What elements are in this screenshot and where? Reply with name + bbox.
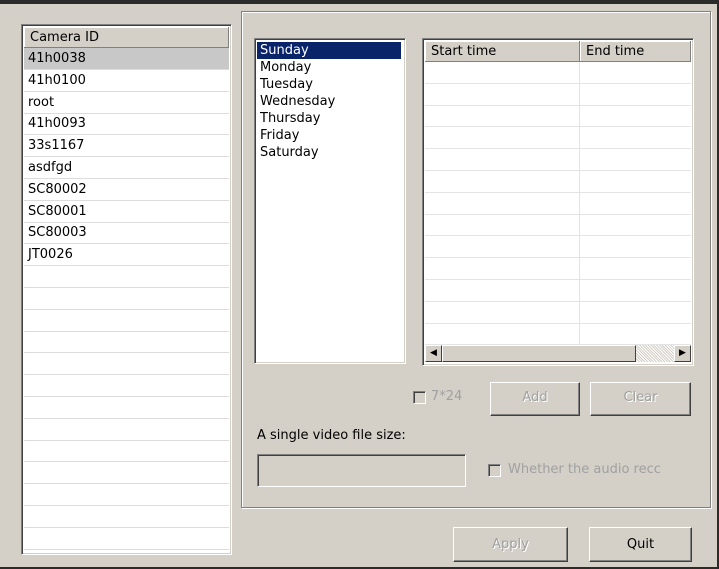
camera-list-item[interactable]: root [24,92,229,114]
audio-record-checkbox[interactable] [488,464,501,477]
horizontal-scrollbar[interactable]: ◀ ▶ [425,345,691,362]
column-separator [579,62,580,83]
scroll-right-button[interactable]: ▶ [674,345,691,362]
column-separator [579,323,580,345]
start-time-header-label: Start time [431,44,497,59]
camera-list-item[interactable]: asdfgd [24,157,229,179]
camera-list-empty-row [24,419,229,441]
camera-list-item[interactable]: SC80002 [24,179,229,201]
day-list[interactable]: Sunday Monday Tuesday Wednesday Thursday Frid… [254,38,406,364]
camera-id-text: SC80002 [28,181,87,197]
clear-button[interactable]: Clear [590,382,691,416]
apply-button[interactable]: Apply [453,527,568,562]
column-separator [579,105,580,127]
column-separator [579,280,580,301]
camera-list-item[interactable]: 41h0093 [24,113,229,136]
column-separator [579,83,580,105]
camera-list-empty-row [24,440,229,463]
camera-id-text: asdfgd [28,160,73,175]
day-list-item-thursday[interactable]: Thursday [257,110,401,127]
camera-list-empty-row [24,462,229,485]
camera-id-text: 33s1167 [28,138,85,154]
schedule-empty-row [425,192,691,215]
camera-list-empty-row [24,266,229,288]
day-list-item-saturday[interactable]: Saturday [257,144,401,161]
schedule-empty-row [425,83,691,106]
camera-list-empty-row [24,288,229,310]
camera-list-item[interactable]: 41h0100 [24,70,229,92]
camera-id-text: 41h0100 [28,72,86,88]
column-separator [579,214,580,236]
schedule-table[interactable]: Start time End time ◀ ▶ [422,38,694,366]
camera-id-text: root [28,94,55,110]
column-separator [579,258,580,279]
column-separator [579,192,580,214]
quit-button[interactable]: Quit [589,527,692,562]
end-time-column-header[interactable]: End time [580,41,691,62]
day-list-item-wednesday[interactable]: Wednesday [257,93,401,110]
end-time-header-label: End time [586,44,645,59]
camera-id-column-header[interactable]: Camera ID [24,27,229,48]
schedule-empty-row [425,214,691,237]
audio-record-checkbox-label: Whether the audio recc [508,462,661,477]
camera-list-empty-row [24,506,229,528]
camera-list-empty-row [24,528,229,550]
camera-list-item[interactable]: 41h0038 [24,48,229,70]
camera-list-empty-row [24,397,229,419]
camera-list-empty-row [24,375,229,397]
camera-list-item[interactable]: JT0026 [24,244,229,267]
schedule-empty-row [425,127,691,150]
all-day-checkbox[interactable] [413,391,426,404]
column-separator [579,149,580,170]
scrollbar-thumb[interactable] [442,345,636,362]
schedule-empty-row [425,149,691,171]
day-list-item-tuesday[interactable]: Tuesday [257,76,401,93]
schedule-empty-row [425,323,691,346]
schedule-empty-row [425,171,691,193]
schedule-empty-row [425,62,691,84]
camera-list-empty-row [24,331,229,354]
schedule-empty-row [425,105,691,128]
camera-list-item[interactable]: SC80001 [24,201,229,223]
file-size-label: A single video file size: [257,428,406,443]
schedule-empty-row [425,236,691,259]
camera-id-text: SC80003 [28,225,87,241]
add-button[interactable]: Add [490,382,580,416]
camera-list-empty-row [24,353,229,376]
camera-list[interactable]: Camera ID 41h0038 41h0100 root 41h0093 33s11… [21,24,232,555]
camera-list-item[interactable]: 33s1167 [24,135,229,158]
camera-id-header-label: Camera ID [30,30,99,45]
schedule-empty-row [425,280,691,302]
day-list-item-friday[interactable]: Friday [257,127,401,144]
scrollbar-track[interactable] [636,345,674,362]
camera-id-text: SC80001 [28,203,87,219]
column-separator [579,127,580,149]
schedule-empty-row [425,258,691,280]
all-day-checkbox-label: 7*24 [431,389,463,404]
day-list-item-sunday[interactable]: Sunday [257,42,401,59]
camera-list-empty-row [24,484,229,506]
camera-id-text: 41h0038 [28,51,86,66]
camera-list-item[interactable]: SC80003 [24,222,229,245]
scroll-left-arrow-icon: ◀ [430,348,437,358]
file-size-input[interactable] [257,454,466,487]
day-list-item-monday[interactable]: Monday [257,59,401,76]
camera-id-text: JT0026 [28,247,73,263]
column-separator [579,236,580,258]
scroll-right-arrow-icon: ▶ [679,348,686,358]
start-time-column-header[interactable]: Start time [425,41,580,62]
schedule-empty-row [425,301,691,324]
camera-list-empty-row [24,310,229,332]
scroll-left-button[interactable]: ◀ [425,345,442,362]
camera-id-text: 41h0093 [28,116,86,132]
column-separator [579,301,580,323]
column-separator [579,171,580,192]
